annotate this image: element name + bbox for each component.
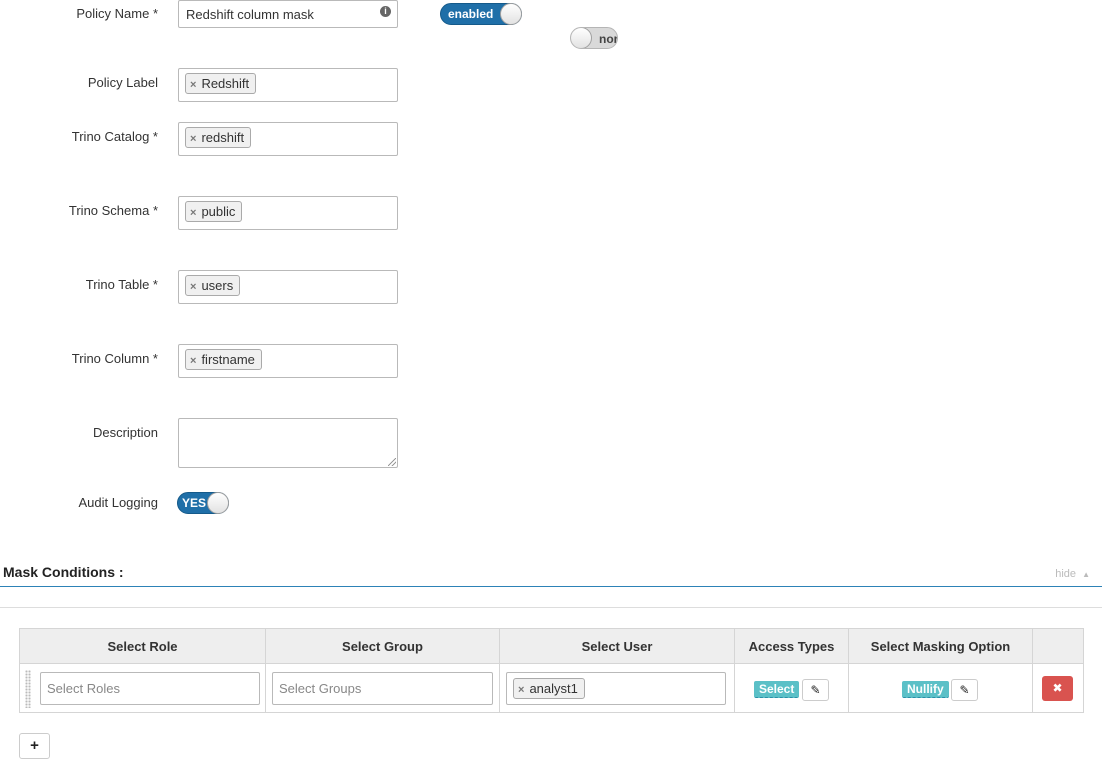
plus-icon: +: [30, 737, 39, 754]
select-roles-input[interactable]: Select Roles: [40, 672, 260, 705]
toggle-knob: [500, 3, 522, 25]
remove-tag-icon[interactable]: ×: [190, 133, 196, 145]
policy-name-input[interactable]: Redshift column mask i: [178, 0, 398, 28]
table-label: Trino Table *: [85, 277, 158, 292]
table-row: Select Roles Select Groups × analyst1 Sel…: [19, 663, 1084, 713]
policy-label-input[interactable]: × Redshift: [178, 68, 398, 102]
schema-label: Trino Schema *: [68, 203, 158, 218]
column-header-user: Select User: [499, 628, 735, 664]
access-type-badge[interactable]: Select: [754, 681, 800, 698]
schema-input[interactable]: × public: [178, 196, 398, 230]
hide-section-link[interactable]: hide ▲: [1055, 568, 1090, 580]
column-header-role: Select Role: [19, 628, 266, 664]
catalog-input[interactable]: × redshift: [178, 122, 398, 156]
policy-name-label: Policy Name *: [76, 6, 158, 21]
info-icon[interactable]: i: [380, 6, 391, 17]
drag-handle-icon[interactable]: [25, 670, 31, 708]
chevron-up-icon: ▲: [1082, 570, 1090, 579]
policy-enabled-toggle[interactable]: enabled: [440, 3, 522, 25]
audit-logging-label: Audit Logging: [78, 495, 158, 510]
remove-tag-icon[interactable]: ×: [190, 79, 196, 91]
divider: [0, 607, 1102, 608]
override-toggle[interactable]: nor: [570, 27, 618, 49]
toggle-knob: [571, 28, 592, 48]
policy-label-label: Policy Label: [87, 75, 158, 90]
policy-enabled-text: enabled: [448, 7, 494, 21]
resize-handle-icon[interactable]: [388, 458, 396, 466]
column-label: Trino Column *: [71, 351, 158, 366]
table-tag: × users: [185, 275, 241, 296]
select-users-input[interactable]: × analyst1: [506, 672, 726, 705]
table-header-row: Select Role Select Group Select User Acc…: [19, 628, 1084, 664]
add-condition-button[interactable]: +: [19, 733, 50, 759]
policy-label-tag: × Redshift: [185, 73, 257, 94]
policy-name-value: Redshift column mask: [186, 7, 314, 22]
masking-option-badge[interactable]: Nullify: [902, 681, 949, 698]
remove-tag-icon[interactable]: ×: [190, 281, 196, 293]
column-tag: × firstname: [185, 349, 262, 370]
audit-toggle-text: YES: [182, 496, 207, 510]
column-header-group: Select Group: [265, 628, 500, 664]
remove-tag-icon[interactable]: ×: [190, 355, 196, 367]
column-header-actions: [1032, 628, 1084, 664]
toggle-knob: [207, 492, 229, 514]
override-toggle-text: nor: [599, 32, 618, 46]
description-label: Description: [92, 425, 158, 440]
remove-tag-icon[interactable]: ×: [190, 207, 196, 219]
delete-icon: ✖: [1052, 681, 1063, 695]
schema-tag: × public: [185, 201, 243, 222]
delete-condition-button[interactable]: ✖: [1042, 676, 1073, 701]
catalog-label: Trino Catalog *: [71, 129, 158, 144]
table-input[interactable]: × users: [178, 270, 398, 304]
column-header-access-types: Access Types: [734, 628, 849, 664]
mask-conditions-title: Mask Conditions :: [3, 564, 124, 580]
audit-logging-toggle[interactable]: YES: [177, 492, 229, 514]
column-input[interactable]: × firstname: [178, 344, 398, 378]
select-groups-input[interactable]: Select Groups: [272, 672, 493, 705]
mask-conditions-table: Select Role Select Group Select User Acc…: [19, 628, 1084, 713]
pencil-icon[interactable]: ✎: [802, 679, 829, 701]
catalog-tag: × redshift: [185, 127, 252, 148]
pencil-icon[interactable]: ✎: [951, 679, 978, 701]
user-tag: × analyst1: [513, 678, 585, 699]
section-divider: [0, 586, 1102, 587]
remove-tag-icon[interactable]: ×: [518, 684, 524, 696]
column-header-masking-option: Select Masking Option: [848, 628, 1033, 664]
description-textarea[interactable]: [178, 418, 398, 468]
